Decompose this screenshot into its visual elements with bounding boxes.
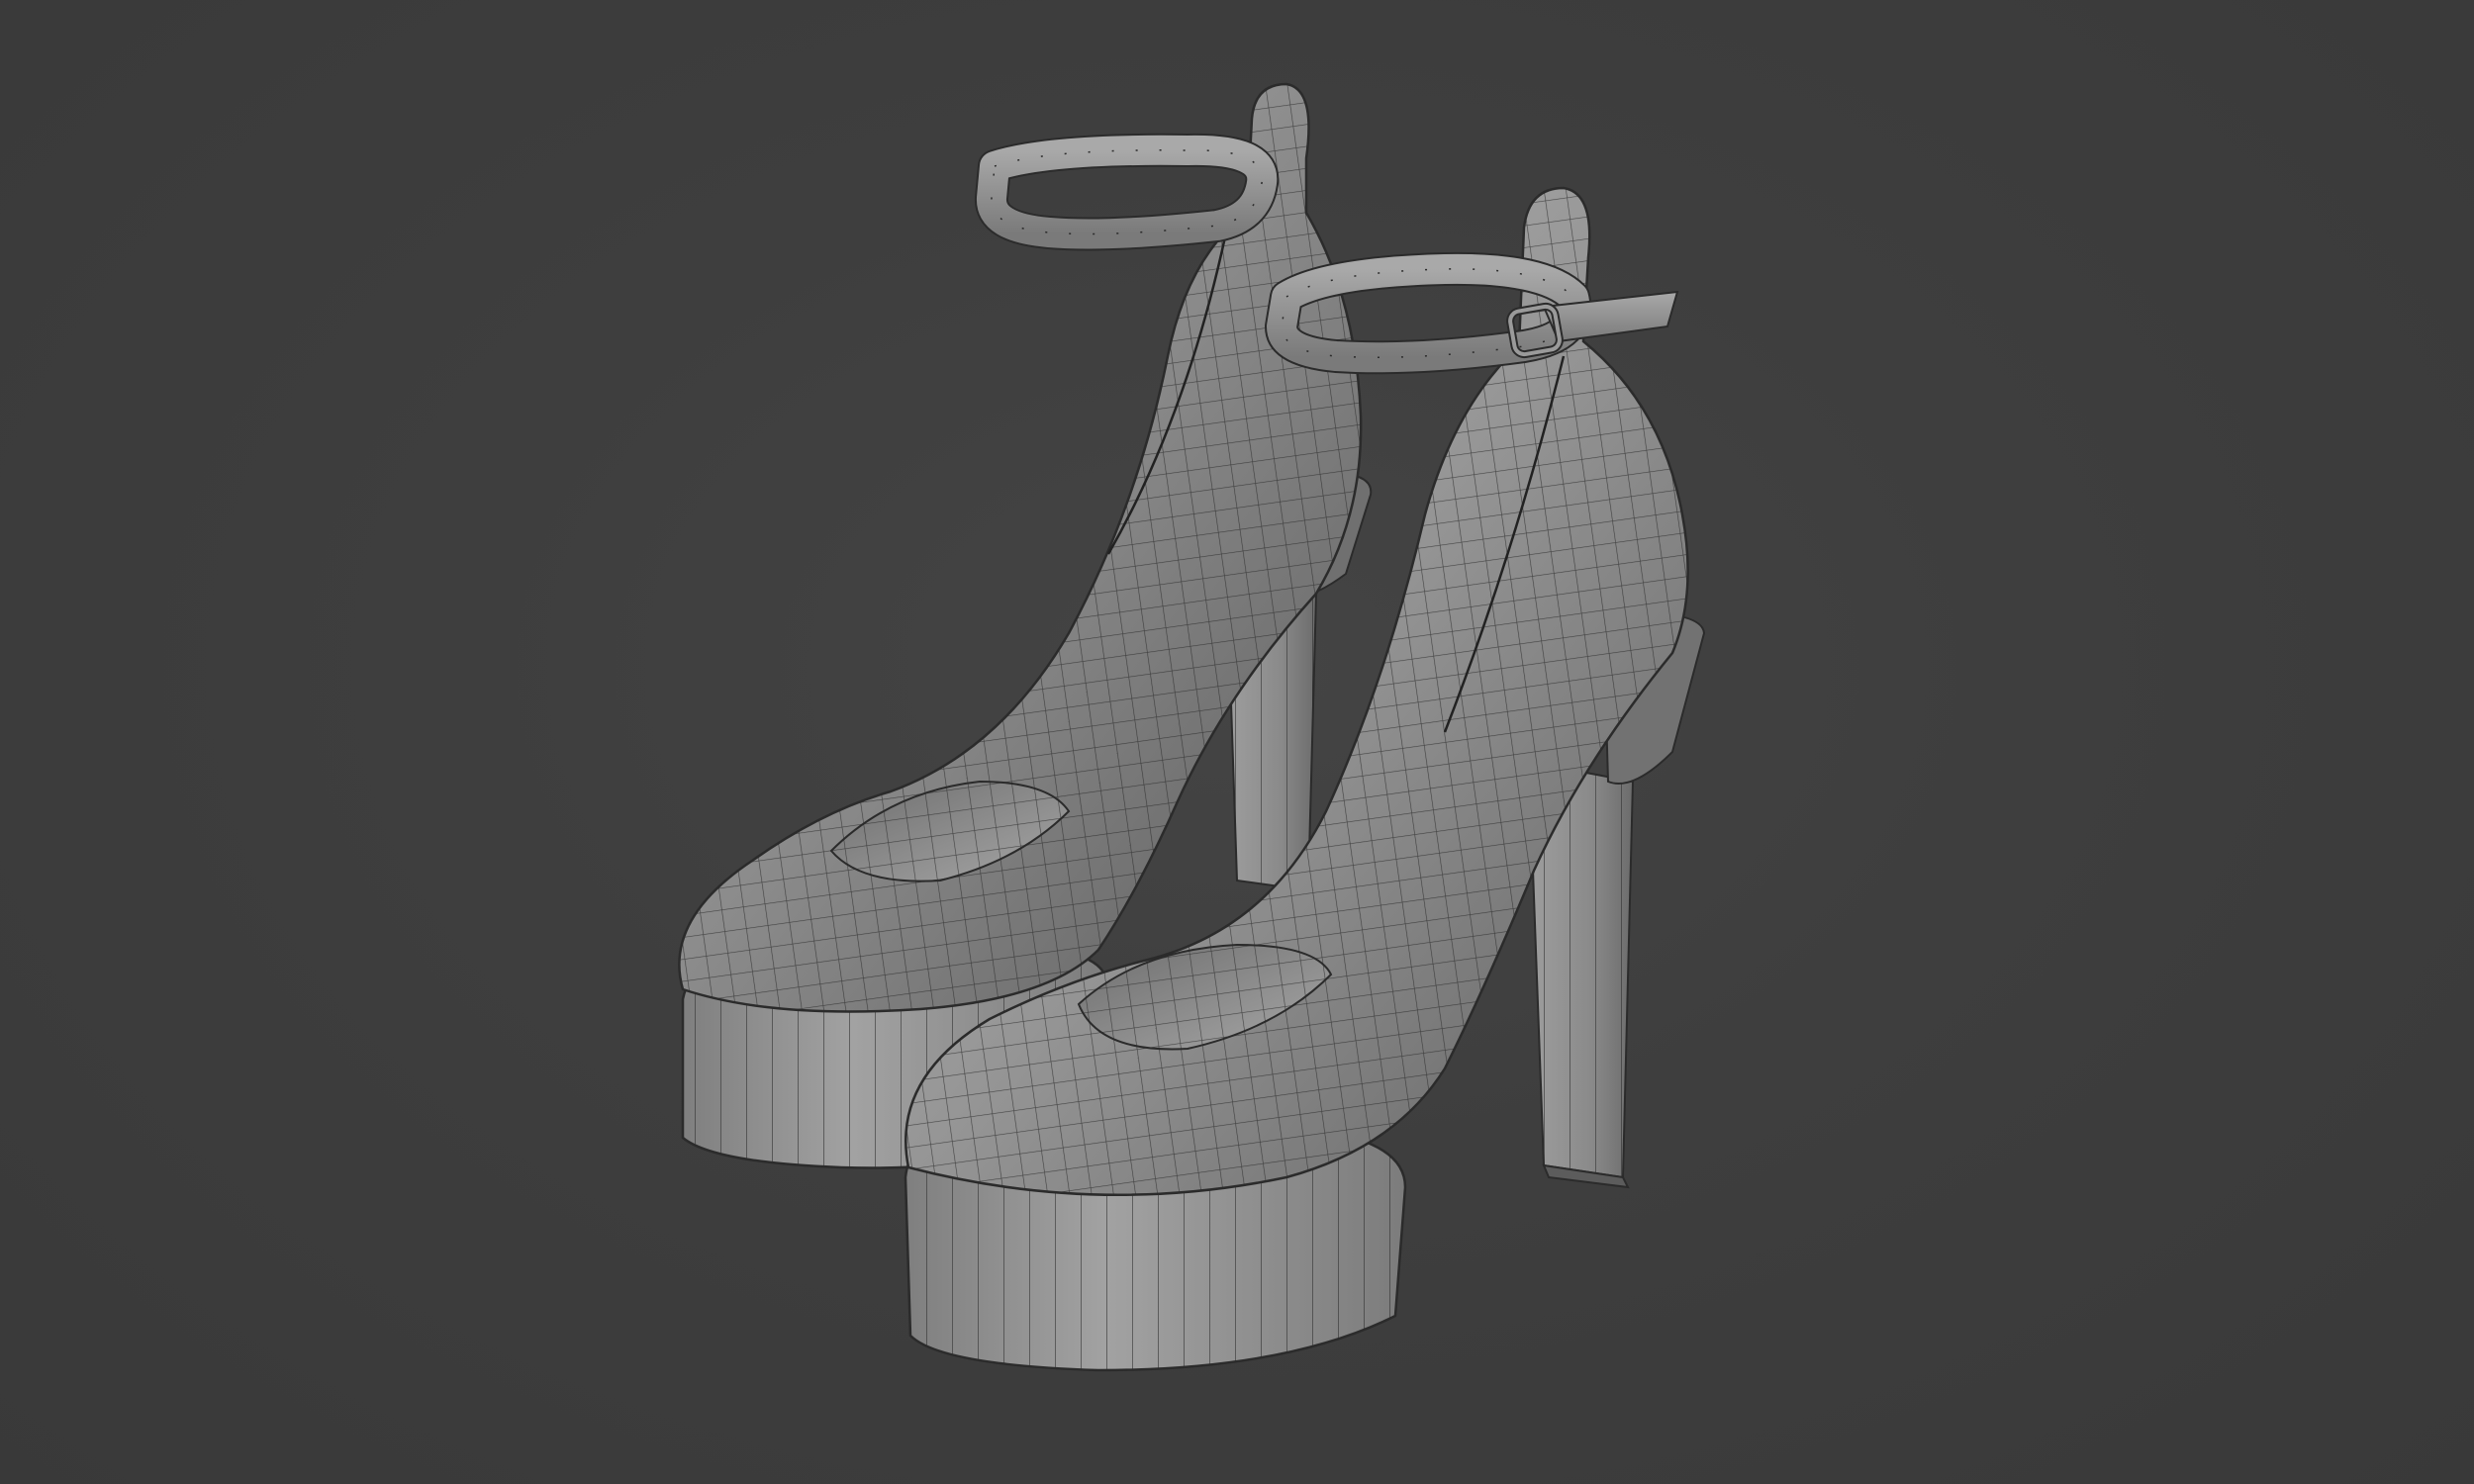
viewport-canvas	[678, 82, 1706, 1372]
left-shoe-ankle-strap	[975, 133, 1280, 251]
3d-viewport[interactable]	[0, 0, 2474, 1484]
